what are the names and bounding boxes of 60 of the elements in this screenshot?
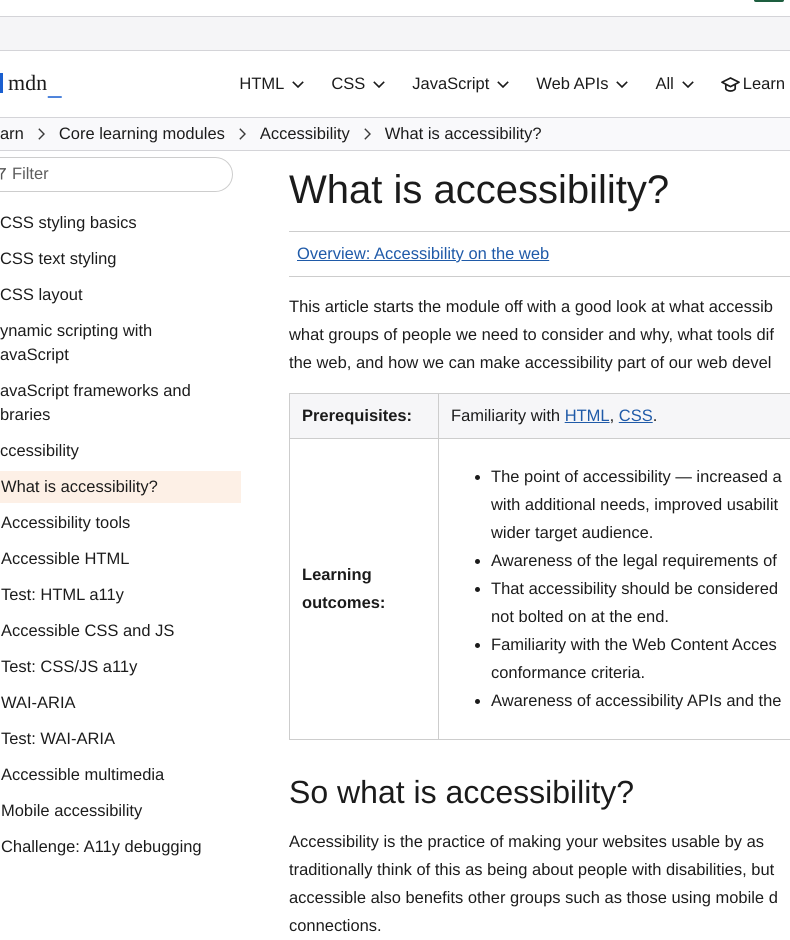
bullet-icon — [475, 475, 480, 480]
chevron-down-icon — [682, 80, 694, 88]
doc-link[interactable]: CSS — [618, 407, 653, 425]
sidebar-link[interactable]: Mobile accessibility — [0, 795, 241, 827]
cut-off-strip — [754, 0, 784, 2]
list-item-text: Familiarity with the Web Content Acces conformance criteria. — [491, 635, 777, 684]
chevron-right-icon — [364, 128, 371, 140]
graduation-cap-icon — [720, 76, 740, 92]
bullet-icon — [475, 559, 480, 564]
section-heading: So what is accessibility? — [289, 773, 636, 812]
sidebar-link[interactable]: Challenge: A11y debugging — [0, 831, 241, 863]
section-paragraph: Accessibility is the practice of making your websites usable by as traditionally think of this as being about people with disabilities, but accessible also benefits other groups such as those using mobile d connections. — [289, 832, 779, 937]
bullet-icon — [475, 699, 480, 704]
chevron-right-icon — [238, 128, 246, 140]
list-item-text: The point of accessibility — increased a with additional needs, improved usabilit wider target audience. — [491, 467, 782, 544]
chevron-down-icon — [616, 80, 628, 88]
sidebar-link[interactable]: Test: CSS/JS a11y — [0, 651, 241, 683]
sidebar-link[interactable]: CSS styling basics — [0, 207, 241, 239]
nav-menu-button[interactable]: All — [655, 73, 694, 95]
sidebar-link[interactable]: What is accessibility? — [0, 471, 241, 503]
bullet-icon — [475, 643, 480, 648]
breadcrumb-link[interactable]: Core learning modules — [58, 123, 225, 145]
breadcrumb-link[interactable]: Accessibility — [260, 123, 350, 145]
nav-menu-button[interactable]: CSS — [331, 73, 386, 95]
sidebar-link[interactable]: Accessible HTML — [0, 543, 241, 575]
nav-menu-button[interactable]: JavaScript — [412, 73, 510, 95]
breadcrumb-link[interactable]: arn — [0, 123, 24, 145]
page-title: What is accessibility? — [289, 167, 670, 214]
sidebar-link[interactable]: CSS text styling — [0, 243, 241, 275]
sidebar-link[interactable]: Test: WAI-ARIA — [0, 723, 241, 755]
sidebar-link[interactable]: WAI-ARIA — [0, 687, 241, 719]
bullet-icon — [475, 587, 480, 592]
funnel-icon — [0, 168, 6, 180]
cell-text: Familiarity with HTML, CSS. — [451, 407, 658, 425]
list-item-text: Awareness of accessibility APIs and the — [491, 691, 782, 712]
sidebar-link[interactable]: ccessibility — [0, 435, 241, 467]
filter-field[interactable]: Filter — [0, 157, 233, 192]
sidebar-link[interactable]: avaScript frameworks and braries — [0, 375, 241, 431]
chevron-right-icon — [38, 128, 45, 140]
sidebar-link[interactable]: ynamic scripting with avaScript — [0, 315, 241, 371]
sidebar-link[interactable]: CSS layout — [0, 279, 241, 311]
breadcrumb-link[interactable]: What is accessibility? — [384, 123, 542, 145]
row-header: Prerequisites: — [290, 394, 439, 438]
sidebar-link[interactable]: Accessibility tools — [0, 507, 241, 539]
sidebar-link[interactable]: Test: HTML a11y — [0, 579, 241, 611]
overview-link[interactable]: Overview: Accessibility on the web — [297, 245, 550, 263]
logo-bar-icon — [0, 73, 3, 93]
list-item-text: Awareness of the legal requirements of — [491, 551, 777, 572]
intro-paragraph: This article starts the module off with a good look at what accessib what groups of people we need to consider and why, what tools dif the web, and how we can make accessibility part of our web devel — [289, 297, 775, 374]
sidebar-link[interactable]: Accessible CSS and JS — [0, 615, 241, 647]
chevron-down-icon — [373, 80, 386, 88]
nav-menu-button[interactable]: HTML — [239, 73, 304, 95]
list-item-text: That accessibility should be considered not bolted on at the end. — [491, 579, 778, 628]
chevron-down-icon — [292, 80, 304, 88]
chevron-down-icon — [497, 80, 510, 88]
nav-menu-button[interactable]: Web APIs — [536, 73, 628, 95]
sidebar-link[interactable]: Accessible multimedia — [0, 759, 241, 791]
doc-link[interactable]: HTML — [564, 407, 610, 425]
row-header: Learning outcomes: — [290, 439, 439, 739]
learn-link[interactable]: Learn — [720, 73, 785, 95]
